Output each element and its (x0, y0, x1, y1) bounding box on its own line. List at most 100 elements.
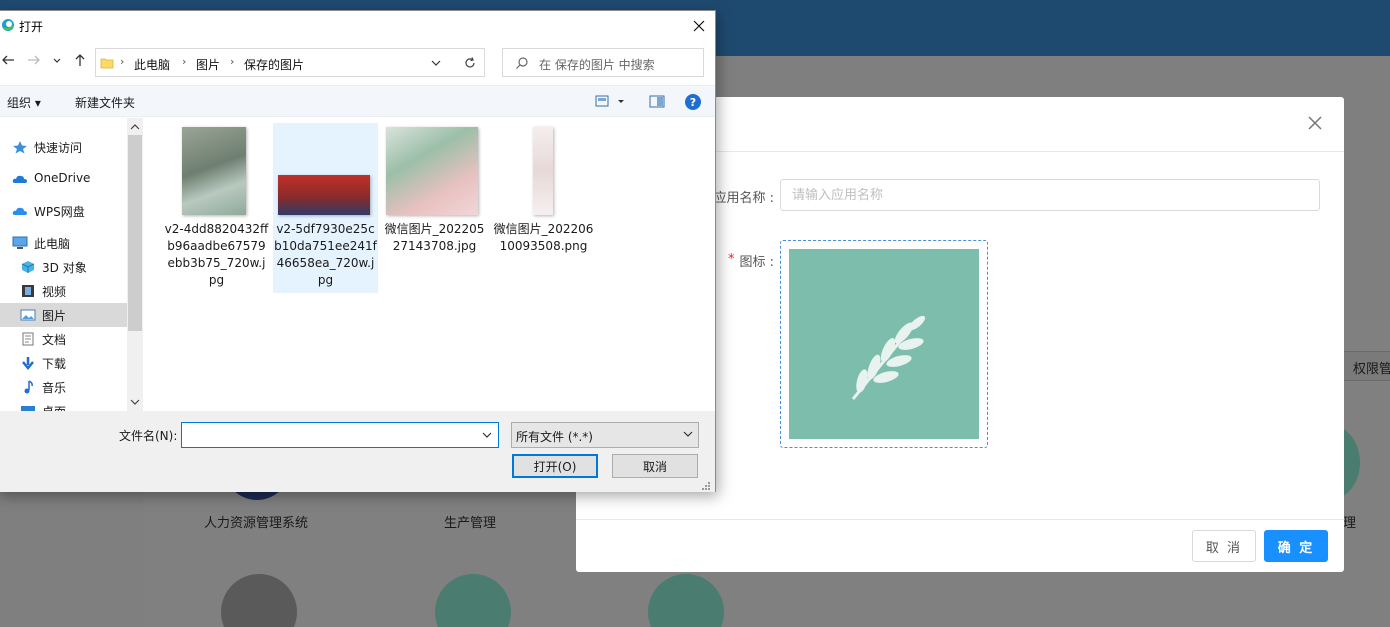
nav-item-label: OneDrive (34, 171, 91, 185)
file-name-input[interactable] (181, 422, 499, 448)
nav-item-label: 图片 (42, 309, 67, 323)
dialog-footer: 文件名(N): 所有文件 (*.*) 打开(O) 取消 (0, 411, 715, 492)
cloud-icon (12, 207, 27, 215)
nav-scrollbar[interactable] (127, 118, 143, 411)
music-icon (24, 380, 33, 394)
file-name-label: 文件名(N): (119, 429, 178, 443)
view-options-icon[interactable] (595, 95, 629, 109)
forward-icon[interactable] (25, 51, 43, 69)
modal-footer-divider (576, 519, 1344, 520)
app-label-hr: 人力资源管理系统 (204, 516, 309, 531)
file-list: v2-4dd8820432ffb96aadbe67579ebb3b75_720w… (144, 118, 715, 411)
icon-label: 图标 : (739, 255, 774, 270)
edge-browser-icon (2, 19, 14, 31)
breadcrumb-this-pc[interactable]: 此电脑 (134, 56, 170, 73)
nav-item-downloads[interactable]: 下载 (0, 351, 127, 375)
app-label-right: 理 (1343, 516, 1357, 531)
breadcrumb-separator: › (120, 55, 125, 68)
svg-text:?: ? (690, 96, 696, 109)
nav-item-label: 桌面 (42, 403, 66, 411)
nav-item-label: 3D 对象 (42, 261, 87, 275)
cancel-button[interactable]: 取 消 (1192, 530, 1256, 562)
icon-preview (789, 249, 979, 439)
file-item[interactable]: 微信图片_20220527143708.jpg (382, 123, 487, 293)
nav-item-wps-drive[interactable]: WPS网盘 (0, 199, 127, 223)
file-item[interactable]: v2-5df7930e25cb10da751ee241f46658ea_720w… (273, 123, 378, 293)
file-thumbnail (182, 127, 246, 215)
dialog-title-bar: 打开 (0, 11, 715, 41)
film-icon (22, 285, 34, 297)
breadcrumb-separator: › (182, 55, 187, 68)
dialog-toolbar: 组织 ▾ 新建文件夹 ? (0, 85, 715, 117)
up-arrow-icon[interactable] (71, 51, 89, 69)
open-button[interactable]: 打开(O) (512, 454, 598, 478)
navigation-row: › 此电脑 › 图片 › 保存的图片 在 保存的图片 中搜索 (0, 43, 715, 81)
dialog-cancel-button[interactable]: 取消 (612, 454, 698, 478)
nav-item-this-pc[interactable]: 此电脑 (0, 231, 127, 255)
file-type-select[interactable]: 所有文件 (*.*) (511, 422, 699, 448)
nav-item-label: 快速访问 (34, 141, 83, 155)
file-name: 微信图片_20220527143708.jpg (384, 222, 485, 253)
nav-item-onedrive[interactable]: OneDrive (0, 167, 127, 191)
resize-grip-icon[interactable] (701, 481, 711, 491)
nav-item-label: 视频 (42, 285, 67, 299)
file-thumbnail (278, 175, 370, 215)
nav-item-videos[interactable]: 视频 (0, 279, 127, 303)
help-icon[interactable]: ? (684, 93, 702, 111)
organize-menu[interactable]: 组织 ▾ (7, 94, 41, 111)
icon-upload[interactable] (780, 240, 988, 448)
close-icon[interactable] (1306, 114, 1324, 132)
file-name: v2-4dd8820432ffb96aadbe67579ebb3b75_720w… (164, 222, 269, 287)
download-icon (22, 357, 34, 370)
cube-icon (21, 261, 35, 273)
nav-item-label: 文档 (42, 333, 67, 347)
close-icon[interactable] (687, 15, 711, 37)
nav-item-3d-objects[interactable]: 3D 对象 (0, 255, 127, 279)
chevron-down-icon[interactable] (430, 57, 442, 69)
nav-item-quick-access[interactable]: 快速访问 (0, 135, 127, 159)
computer-icon (12, 236, 28, 249)
nav-item-label: 下载 (42, 357, 67, 371)
file-open-dialog: 打开 › 此电脑 › 图片 › 保存的图片 在 保存的图片 中搜索 组织 ▾ 新… (0, 10, 716, 492)
app-label-production: 生产管理 (444, 516, 497, 531)
document-icon (22, 332, 34, 346)
scroll-down-icon[interactable] (127, 395, 143, 409)
dialog-title: 打开 (19, 20, 44, 34)
chevron-down-icon[interactable] (479, 427, 495, 443)
preview-pane-icon[interactable] (649, 95, 665, 109)
star-icon (13, 141, 27, 154)
search-placeholder: 在 保存的图片 中搜索 (539, 58, 655, 72)
new-folder-button[interactable]: 新建文件夹 (75, 94, 135, 111)
cloud-icon (12, 175, 27, 183)
scrollbar-thumb[interactable] (128, 135, 142, 331)
chevron-down-icon[interactable] (681, 427, 695, 441)
nav-item-label: WPS网盘 (34, 205, 85, 219)
nav-item-pictures[interactable]: 图片 (0, 303, 127, 327)
app-name-input[interactable] (780, 179, 1320, 211)
chevron-down-icon[interactable] (51, 51, 63, 69)
breadcrumb-pictures[interactable]: 图片 (196, 56, 220, 73)
search-icon (516, 57, 528, 69)
file-name: 微信图片_20220610093508.png (493, 222, 594, 253)
confirm-button[interactable]: 确 定 (1264, 530, 1328, 562)
file-item[interactable]: 微信图片_20220610093508.png (491, 123, 596, 293)
file-name: v2-5df7930e25cb10da751ee241f46658ea_720w… (274, 222, 377, 287)
file-thumbnail (386, 127, 478, 215)
scroll-up-icon[interactable] (127, 120, 143, 134)
nav-item-documents[interactable]: 文档 (0, 327, 127, 351)
back-icon[interactable] (0, 51, 17, 69)
leaf-icon (851, 315, 926, 400)
picture-icon (20, 309, 36, 321)
tab-permissions[interactable]: 权限管 (1342, 351, 1390, 381)
breadcrumb-saved-pictures[interactable]: 保存的图片 (244, 56, 304, 73)
refresh-button[interactable] (455, 48, 485, 77)
file-item[interactable]: v2-4dd8820432ffb96aadbe67579ebb3b75_720w… (164, 123, 269, 293)
navigation-pane: 快速访问 OneDrive WPS网盘 此电脑 3D 对象 视频 图片 文档 下… (0, 118, 144, 411)
nav-item-music[interactable]: 音乐 (0, 375, 127, 399)
address-bar[interactable]: › 此电脑 › 图片 › 保存的图片 (95, 48, 482, 77)
nav-item-desktop[interactable]: 桌面 (0, 399, 127, 411)
breadcrumb-separator: › (230, 55, 235, 68)
search-input[interactable]: 在 保存的图片 中搜索 (502, 48, 704, 77)
desktop-icon (21, 406, 35, 411)
file-thumbnail (533, 127, 553, 215)
